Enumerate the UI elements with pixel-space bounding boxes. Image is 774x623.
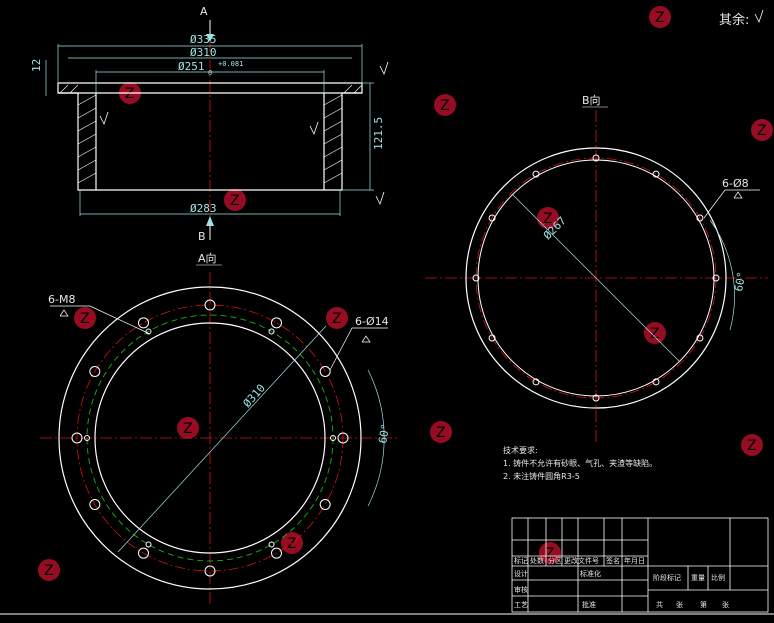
tb-gongyi: 工艺: [514, 601, 528, 609]
tb-pizhun: 批准: [582, 600, 596, 609]
view-arrow-b: [206, 216, 214, 240]
view-a: A向 Ø310 60° 6-M8 6-Ø14: [48, 251, 392, 590]
bolt-hole: [319, 499, 331, 510]
watermark-logo-icon: Z: [74, 307, 96, 329]
watermark-logo-icon: Z: [649, 6, 671, 28]
tb-gengai: 更改文件号: [564, 556, 599, 565]
watermark-logo-icon: Z: [281, 532, 303, 554]
tb-gong: 共: [656, 600, 663, 609]
svg-text:Z: Z: [287, 536, 297, 552]
watermark-logo-icon: Z: [38, 559, 60, 581]
watermark-layer: Z Z Z Z Z Z Z Z Z Z Z Z Z Z Z: [38, 6, 773, 581]
tb-zhongliang: 重量: [691, 574, 705, 582]
notes-title: 技术要求:: [503, 445, 538, 455]
dim-d335: Ø335: [190, 33, 217, 46]
watermark-logo-icon: Z: [326, 307, 348, 329]
dim-d310: Ø310: [190, 46, 217, 59]
view-a-diameter: Ø310: [241, 382, 268, 410]
view-b-title: B向: [582, 93, 601, 107]
watermark-logo-icon: Z: [430, 421, 452, 443]
dim-height-121-5: 121.5: [372, 117, 385, 150]
svg-text:Z: Z: [125, 86, 135, 102]
svg-text:Z: Z: [757, 123, 767, 139]
tb-biaoji: 标记: [514, 556, 528, 565]
center-lines: [40, 20, 768, 605]
bolt-hole: [268, 541, 275, 548]
svg-text:Z: Z: [183, 421, 193, 437]
svg-text:Z: Z: [655, 10, 665, 26]
roughness-symbol-icon: [754, 9, 764, 24]
tb-zhang-1: 张: [676, 600, 683, 609]
svg-text:Z: Z: [650, 326, 660, 342]
section-view: A B Ø335 Ø310 Ø251 +0.081 0 Ø283 12 121.…: [30, 5, 389, 243]
svg-text:Z: Z: [440, 98, 450, 114]
tb-bili: 比例: [711, 573, 725, 582]
svg-text:Z: Z: [747, 438, 757, 454]
view-b-leader: [703, 189, 760, 219]
title-block: 标记 处数 分区 更改文件号 签名 年月日 设计 标准化 阶段标记 重量 比例 …: [511, 517, 769, 613]
tb-sheji: 设计: [514, 569, 528, 578]
svg-text:Z: Z: [332, 311, 342, 327]
watermark-logo-icon: Z: [434, 94, 456, 116]
dim-d283: Ø283: [190, 202, 217, 215]
svg-text:Z: Z: [436, 425, 446, 441]
roughness-symbol-icon: [733, 191, 743, 199]
tb-jieduan: 阶段标记: [653, 573, 681, 582]
callout-6-d14: 6-Ø14: [355, 315, 389, 328]
view-a-diameter-line: [117, 325, 327, 553]
bolt-hole: [145, 541, 152, 548]
callout-6-m8: 6-M8: [48, 293, 75, 306]
tb-nianyueri: 年月日: [624, 556, 645, 565]
technical-notes: 技术要求: 1. 铸件不允许有砂眼、气孔、夹渣等缺陷。 2. 未注铸件圆角R3-…: [503, 445, 657, 481]
view-b: B向 Ø267 60° 6-Ø8: [465, 93, 760, 409]
other-surface-label: 其余:: [719, 12, 749, 28]
svg-text:Z: Z: [80, 311, 90, 327]
tb-fenqu: 分区: [548, 556, 562, 565]
view-a-title: A向: [198, 251, 217, 265]
dim-d251: Ø251: [178, 60, 205, 73]
tb-chushu: 处数: [530, 556, 544, 565]
tb-qianming: 签名: [606, 556, 620, 565]
tb-shenhe: 审核: [514, 585, 528, 594]
watermark-logo-icon: Z: [224, 189, 246, 211]
view-label-b: B: [198, 230, 206, 243]
dim-thickness-12: 12: [30, 59, 43, 72]
watermark-logo-icon: Z: [644, 322, 666, 344]
notes-line-1: 1. 铸件不允许有砂眼、气孔、夹渣等缺陷。: [503, 458, 657, 468]
svg-text:Z: Z: [230, 193, 240, 209]
notes-line-2: 2. 未注铸件圆角R3-5: [503, 471, 580, 481]
view-a-angle: 60°: [376, 423, 392, 445]
watermark-logo-icon: Z: [751, 119, 773, 141]
watermark-logo-icon: Z: [741, 434, 763, 456]
tb-di: 第: [700, 600, 707, 609]
view-b-angle: 60°: [732, 271, 748, 293]
svg-text:Z: Z: [44, 563, 54, 579]
dim-d251-tolerance-low: 0: [208, 69, 212, 77]
tb-zhang-2: 张: [722, 600, 729, 609]
section-hatch: [59, 84, 363, 184]
view-label-a: A: [200, 5, 208, 18]
bolt-hole: [271, 317, 282, 329]
tb-biaozhunhua: 标准化: [580, 569, 601, 578]
bolt-hole: [138, 317, 149, 329]
cad-drawing: Z Z Z Z Z Z Z Z Z Z Z Z Z Z Z A B Ø335 Ø…: [0, 5, 774, 615]
dim-d251-tolerance: +0.081: [218, 60, 243, 68]
callout-6-d8: 6-Ø8: [722, 177, 749, 190]
watermark-logo-icon: Z: [177, 417, 199, 439]
